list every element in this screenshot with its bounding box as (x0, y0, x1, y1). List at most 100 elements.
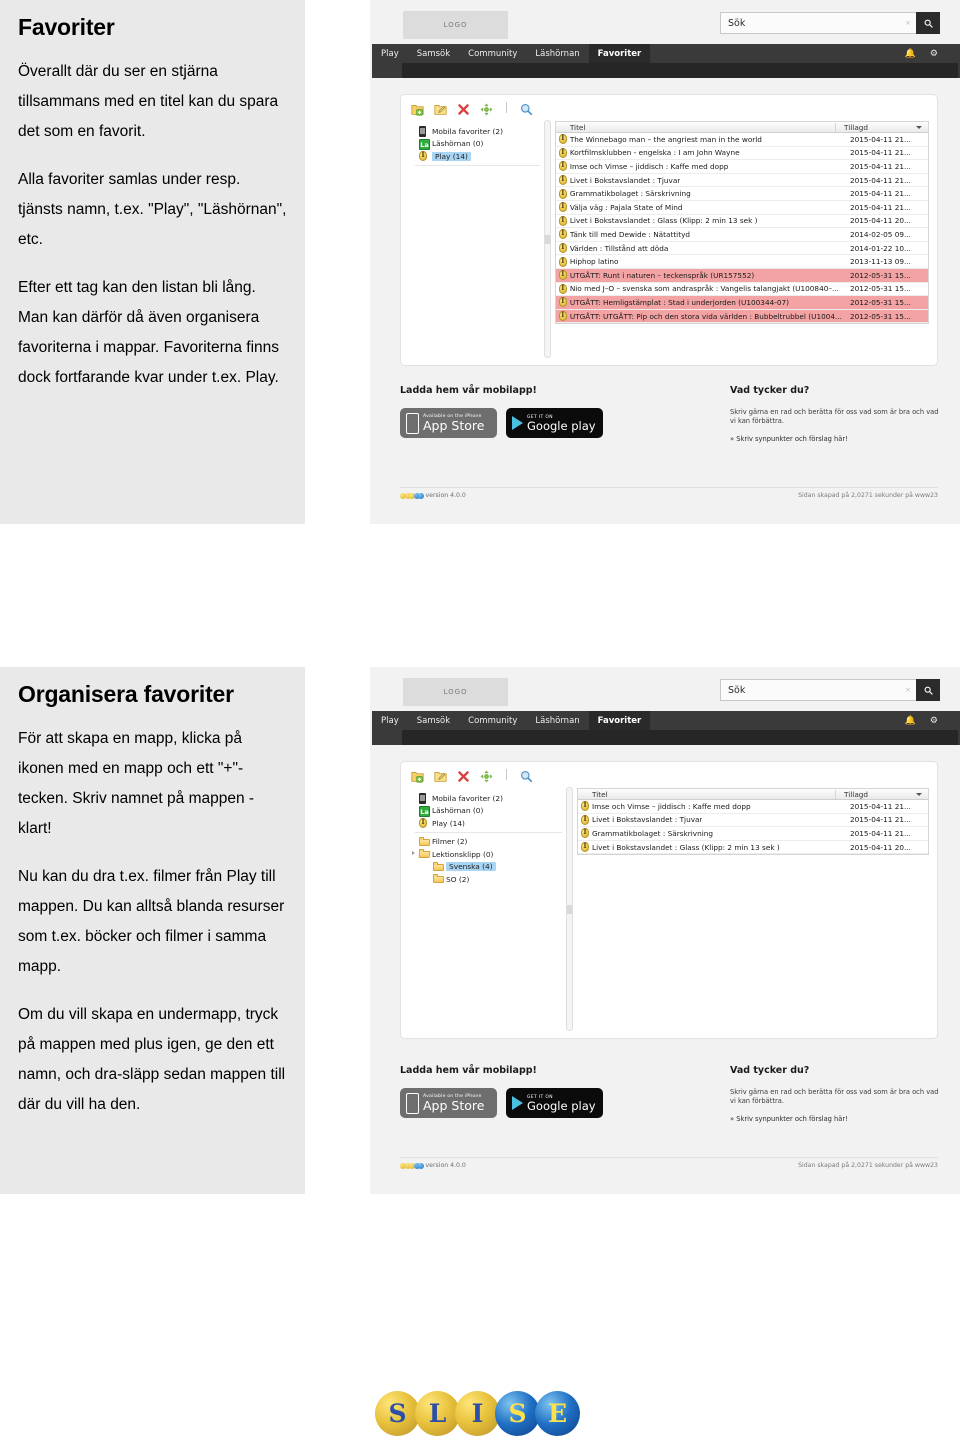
search-button[interactable] (916, 12, 940, 34)
favorites-tree[interactable]: Mobila favoriter (2) La Läshörnan (0) Pl… (411, 121, 544, 357)
search-input-value: Sök (728, 684, 746, 696)
search-input[interactable]: Sök × (720, 679, 916, 701)
footer-feedback-link[interactable]: » Skriv synpunkter och förslag här! (730, 1115, 940, 1123)
edit-folder-icon[interactable] (434, 101, 447, 115)
clear-icon[interactable]: × (905, 686, 911, 694)
table-row-expired[interactable]: UTGÅTT: UTGÅTT: Pip och den stora vida v… (555, 309, 928, 324)
tree-item[interactable]: Filmer (2) (411, 836, 566, 849)
table-row[interactable]: Världen : Tillstånd att döda 2014-01-22 1… (555, 242, 928, 256)
appstore-badge[interactable]: Available on the iPhone App Store (400, 408, 497, 438)
favorites-tree[interactable]: Mobila favoriter (2) La Läshörnan (0) Pl… (411, 788, 566, 1030)
main-nav[interactable]: Play Samsök Community Läshörnan Favorite… (372, 44, 960, 63)
bell-icon[interactable]: 🔔 (905, 49, 916, 59)
column-header-added[interactable]: Tillagd (836, 790, 928, 799)
appstore-badge[interactable]: Available on the iPhone App Store (400, 1088, 497, 1118)
nav-item-play[interactable]: Play (372, 711, 408, 730)
search-bar[interactable]: Sök × (720, 12, 940, 34)
search-icon[interactable] (520, 101, 533, 116)
delete-icon[interactable] (457, 768, 470, 782)
cell-added: 2015-04-11 21... (850, 189, 911, 199)
tree-item[interactable]: Play (14) (411, 817, 566, 830)
nav-item-lashornan[interactable]: Läshörnan (526, 44, 588, 63)
nav-item-samsok[interactable]: Samsök (408, 44, 459, 63)
lashornan-icon: La (419, 138, 430, 150)
column-header-added[interactable]: Tillagd (836, 123, 928, 132)
nav-item-favoriter[interactable]: Favoriter (588, 44, 651, 63)
table-row[interactable]: Välja väg : Pajala State of Mind 2015-04-… (555, 201, 928, 215)
note-title: Favoriter (18, 14, 115, 40)
panel-splitter[interactable] (566, 787, 573, 1031)
table-row[interactable]: Nio med J–O – svenska som andraspråk : V… (555, 283, 928, 297)
clear-icon[interactable]: × (905, 19, 911, 27)
footer-feedback-text: Skriv gärna en rad och berätta för oss v… (730, 1088, 939, 1105)
panel-splitter[interactable] (543, 120, 551, 358)
table-row[interactable]: Hiphop latino 2013-11-13 09... (555, 255, 928, 269)
main-nav[interactable]: Play Samsök Community Läshörnan Favorite… (372, 711, 960, 730)
nav-item-community[interactable]: Community (459, 44, 526, 63)
tree-divider (415, 164, 540, 166)
sort-desc-icon (916, 792, 922, 796)
column-header-title[interactable]: Titel (556, 122, 836, 132)
column-header-title[interactable]: Titel (578, 789, 836, 799)
bell-icon[interactable]: 🔔 (905, 716, 916, 726)
table-row-expired[interactable]: UTGÅTT: Hemligstämplat : Stad i underjor… (555, 296, 928, 310)
table-row[interactable]: Grammatikbolaget : Särskrivning 2015-04-1… (555, 187, 928, 201)
tree-item[interactable]: La Läshörnan (0) (411, 138, 544, 151)
cell-added: 2015-04-11 21... (850, 175, 911, 185)
favorites-toolbar (411, 768, 533, 783)
tree-item[interactable]: Mobila favoriter (2) (411, 125, 544, 138)
table-row[interactable]: Imse och Vimse – jiddisch : Kaffe med do… (555, 160, 928, 174)
list-header: Titel Tillagd (554, 121, 929, 133)
version-label: version 4.0.0 (425, 1162, 466, 1169)
table-row[interactable]: Kortfilmsklubben - engelska : I am John … (555, 147, 928, 161)
splitter-grip[interactable] (567, 905, 572, 914)
cell-title-text: Kortfilmsklubben - engelska : I am John … (569, 148, 740, 158)
tree-item-selected[interactable]: Svenska (4) (411, 861, 566, 874)
move-icon[interactable] (480, 101, 493, 116)
cell-title-text: Tänk till med Dewide : Nätattityd (569, 229, 691, 239)
list-body[interactable]: The Winnebago man – the angriest man in … (554, 133, 929, 325)
edit-folder-icon[interactable] (434, 768, 447, 782)
table-row[interactable]: Imse och Vimse – jiddisch : Kaffe med do… (578, 800, 928, 814)
table-row-expired[interactable]: UTGÅTT: Runt i naturen – teckenspråk (UR… (555, 268, 928, 283)
page-created-info: Sidan skapad på 2,0271 sekunder på www23 (798, 1162, 938, 1169)
tree-item[interactable]: SO (2) (411, 873, 566, 886)
search-bar[interactable]: Sök × (720, 679, 940, 701)
expand-toggle-icon[interactable] (412, 851, 415, 856)
googleplay-badge[interactable]: GET IT ON Google play (506, 408, 603, 438)
table-row[interactable]: The Winnebago man – the angriest man in … (555, 133, 928, 147)
nav-list: Play Samsök Community Läshörnan Favorite… (372, 44, 960, 63)
splitter-grip[interactable] (544, 235, 550, 244)
tree-item[interactable]: Mobila favoriter (2) (411, 792, 566, 805)
cell-title: Livet i Bokstavslandet : Tjuvar (578, 814, 842, 825)
table-row[interactable]: Livet i Bokstavslandet : Glass (Klipp: 2… (555, 215, 928, 229)
list-body[interactable]: Imse och Vimse – jiddisch : Kaffe med do… (577, 800, 929, 856)
table-row[interactable]: Grammatikbolaget : Särskrivning 2015-04-1… (578, 827, 928, 841)
new-folder-icon[interactable] (411, 101, 424, 116)
nav-item-samsok[interactable]: Samsök (408, 711, 459, 730)
search-input[interactable]: Sök × (720, 12, 916, 34)
nav-item-community[interactable]: Community (459, 711, 526, 730)
nav-item-play[interactable]: Play (372, 44, 408, 63)
new-folder-icon[interactable] (411, 768, 424, 783)
gear-icon[interactable]: ⚙ (930, 49, 938, 59)
table-row[interactable]: Livet i Bokstavslandet : Tjuvar 2015-04-1… (555, 174, 928, 188)
tree-item[interactable]: Lektionsklipp (0) (411, 848, 566, 861)
table-row[interactable]: Livet i Bokstavslandet : Tjuvar 2015-04-1… (578, 814, 928, 828)
footer-feedback-link[interactable]: » Skriv synpunkter och förslag här! (730, 435, 940, 443)
search-button[interactable] (916, 679, 940, 701)
cell-added: 2014-01-22 10... (850, 243, 911, 253)
nav-item-favoriter[interactable]: Favoriter (588, 711, 651, 730)
play-triangle-icon (512, 1096, 523, 1110)
table-row[interactable]: Tänk till med Dewide : Nätattityd 2014-02… (555, 228, 928, 242)
gear-icon[interactable]: ⚙ (930, 716, 938, 726)
search-icon[interactable] (520, 768, 533, 783)
nav-item-lashornan[interactable]: Läshörnan (526, 711, 588, 730)
delete-icon[interactable] (457, 101, 470, 115)
media-icon (581, 842, 589, 853)
tree-item-selected[interactable]: Play (14) (411, 150, 544, 163)
tree-item[interactable]: La Läshörnan (0) (411, 805, 566, 818)
table-row[interactable]: Livet i Bokstavslandet : Glass (Klipp: 2… (578, 841, 928, 855)
move-icon[interactable] (480, 768, 493, 783)
googleplay-badge[interactable]: GET IT ON Google play (506, 1088, 603, 1118)
